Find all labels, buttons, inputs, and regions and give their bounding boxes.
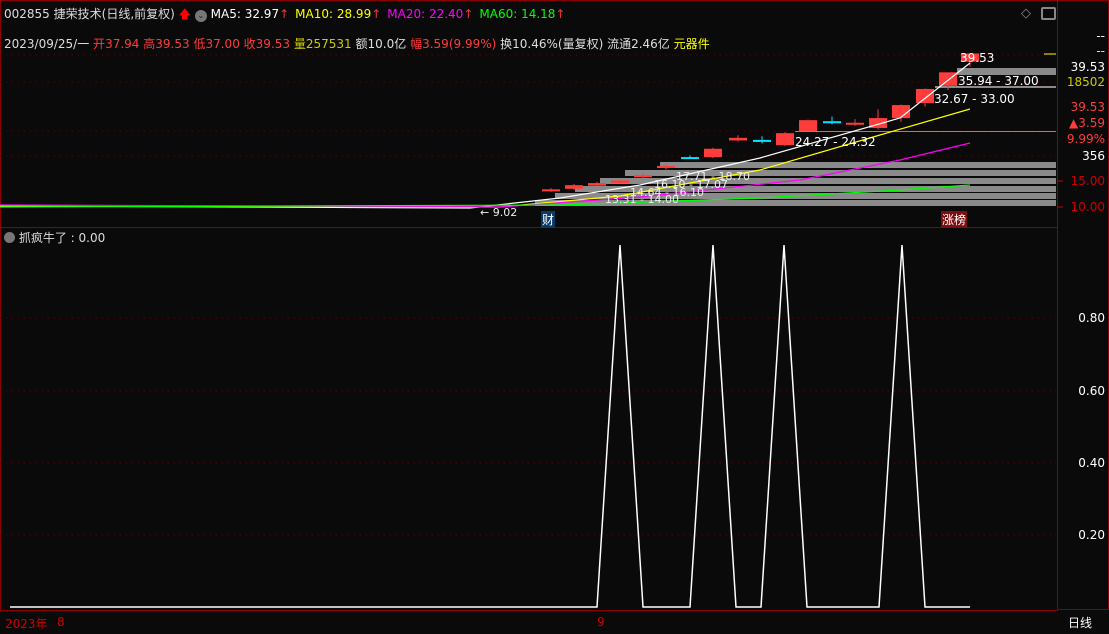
axis-price: 39.53 [1070, 100, 1105, 114]
axis-b: -- [1096, 44, 1105, 58]
candle-body [611, 180, 629, 184]
annotation: ← 9.02 [480, 206, 518, 219]
candle-body [776, 133, 794, 146]
year-label: 2023年 [5, 617, 48, 631]
limit-up-badge[interactable]: 涨榜 [941, 211, 968, 228]
amount: 额10.0亿 [355, 37, 407, 51]
annotation: 32.67 - 33.00 [934, 92, 1015, 106]
axis-count: 356 [1082, 149, 1105, 163]
chg-label: 幅 [410, 37, 423, 51]
candle-body [916, 88, 934, 103]
indicator-menu-icon[interactable] [4, 232, 15, 243]
volume: 257531 [305, 37, 352, 51]
axis-a: -- [1096, 29, 1105, 43]
annotation: 24.27 - 24.32 [795, 135, 876, 149]
axis-last-price: 39.53 [1070, 60, 1105, 74]
candle-body [704, 148, 722, 158]
diamond-icon[interactable]: ◇ [1021, 6, 1031, 21]
candle-body [565, 185, 583, 189]
sector[interactable]: 元器件 [674, 37, 710, 51]
annotation-value: 9.02 [492, 206, 518, 219]
up-arrow-icon: ↑ [463, 7, 474, 21]
candle-body [542, 189, 560, 192]
up-arrow-icon: 🡅 [178, 7, 192, 21]
candle-body [588, 183, 606, 186]
support-bar [795, 131, 1056, 132]
indicator-title: 抓疯牛了 : 0.00 [4, 229, 105, 246]
up-arrow-icon: ↑ [371, 7, 382, 21]
float-shares: 流通2.46亿 [607, 37, 670, 51]
open: 37.94 [105, 37, 140, 51]
candle-body [657, 165, 675, 168]
low: 37.00 [205, 37, 240, 51]
candle-body [681, 157, 699, 160]
up-arrow-icon: ↑ [279, 7, 290, 21]
up-arrow-icon: ↑ [555, 7, 566, 21]
candle-body [634, 175, 652, 178]
ma-value: MA10: 28.99↑ [295, 7, 382, 21]
axis-volume: 18502 [1066, 75, 1105, 89]
ind-axis-tick: 0.60 [1078, 384, 1105, 398]
candle-body [753, 139, 771, 142]
candle-body [799, 120, 817, 132]
close-label: 收 [243, 37, 256, 51]
high: 39.53 [155, 37, 190, 51]
ma-line [0, 108, 971, 208]
stock-name: 捷荣技术 [53, 7, 102, 21]
candle-body [823, 121, 841, 124]
ind-axis-tick: 0.40 [1078, 456, 1105, 470]
ind-axis-tick: 0.80 [1078, 311, 1105, 325]
close: 39.53 [255, 37, 291, 51]
turnover: 换10.46%(量复权) [500, 37, 604, 51]
finance-badge[interactable]: 财 [541, 211, 556, 228]
vol-label: 量 [293, 37, 306, 51]
indicator-label: 抓疯牛了 : 0.00 [18, 231, 106, 245]
stock-code: 002855 [4, 7, 50, 21]
ma-value: MA5: 32.97↑ [210, 7, 290, 21]
open-label: 开 [93, 37, 106, 51]
low-label: 低 [193, 37, 206, 51]
ma-value: MA20: 22.40↑ [387, 7, 474, 21]
annotation: 35.94 - 37.00 [958, 74, 1039, 88]
annotation: 13.31 - 14.00 [605, 193, 679, 206]
ind-axis-tick: 0.20 [1078, 528, 1105, 542]
annotation: 39.53 [960, 51, 995, 65]
chart-mode: (日线,前复权) [101, 7, 175, 21]
axis-change: ▲3.59 [1069, 116, 1105, 130]
title-bar: 002855 捷荣技术(日线,前复权) 🡅 ⌄ MA5: 32.97↑ MA10:… [4, 5, 571, 26]
dropdown-icon[interactable]: ⌄ [194, 10, 207, 22]
panel-toggle-icon[interactable] [1041, 7, 1056, 20]
axis-tick-15: 15.00 [1070, 174, 1105, 188]
high-label: 高 [143, 37, 156, 51]
ma-value: MA60: 14.18↑ [479, 7, 566, 21]
period-button[interactable]: 日线 [1068, 614, 1092, 631]
ma-legend: MA5: 32.97↑ MA10: 28.99↑ MA20: 22.40↑ MA60:… [211, 7, 572, 21]
date: 2023/09/25/一 [4, 37, 90, 51]
candle-body [729, 137, 747, 141]
axis-tick-10: 10.00 [1070, 200, 1105, 214]
quote-line: 2023/09/25/一 开37.94 高39.53 低37.00 收39.53… [4, 35, 710, 52]
change: 3.59(9.99%) [422, 37, 497, 51]
axis-pct: 9.99% [1066, 132, 1105, 146]
candle-body [846, 122, 864, 125]
indicator-line [10, 244, 970, 608]
month-label: 8 [57, 615, 65, 629]
month-label: 9 [597, 615, 605, 629]
candle-body [939, 72, 957, 86]
